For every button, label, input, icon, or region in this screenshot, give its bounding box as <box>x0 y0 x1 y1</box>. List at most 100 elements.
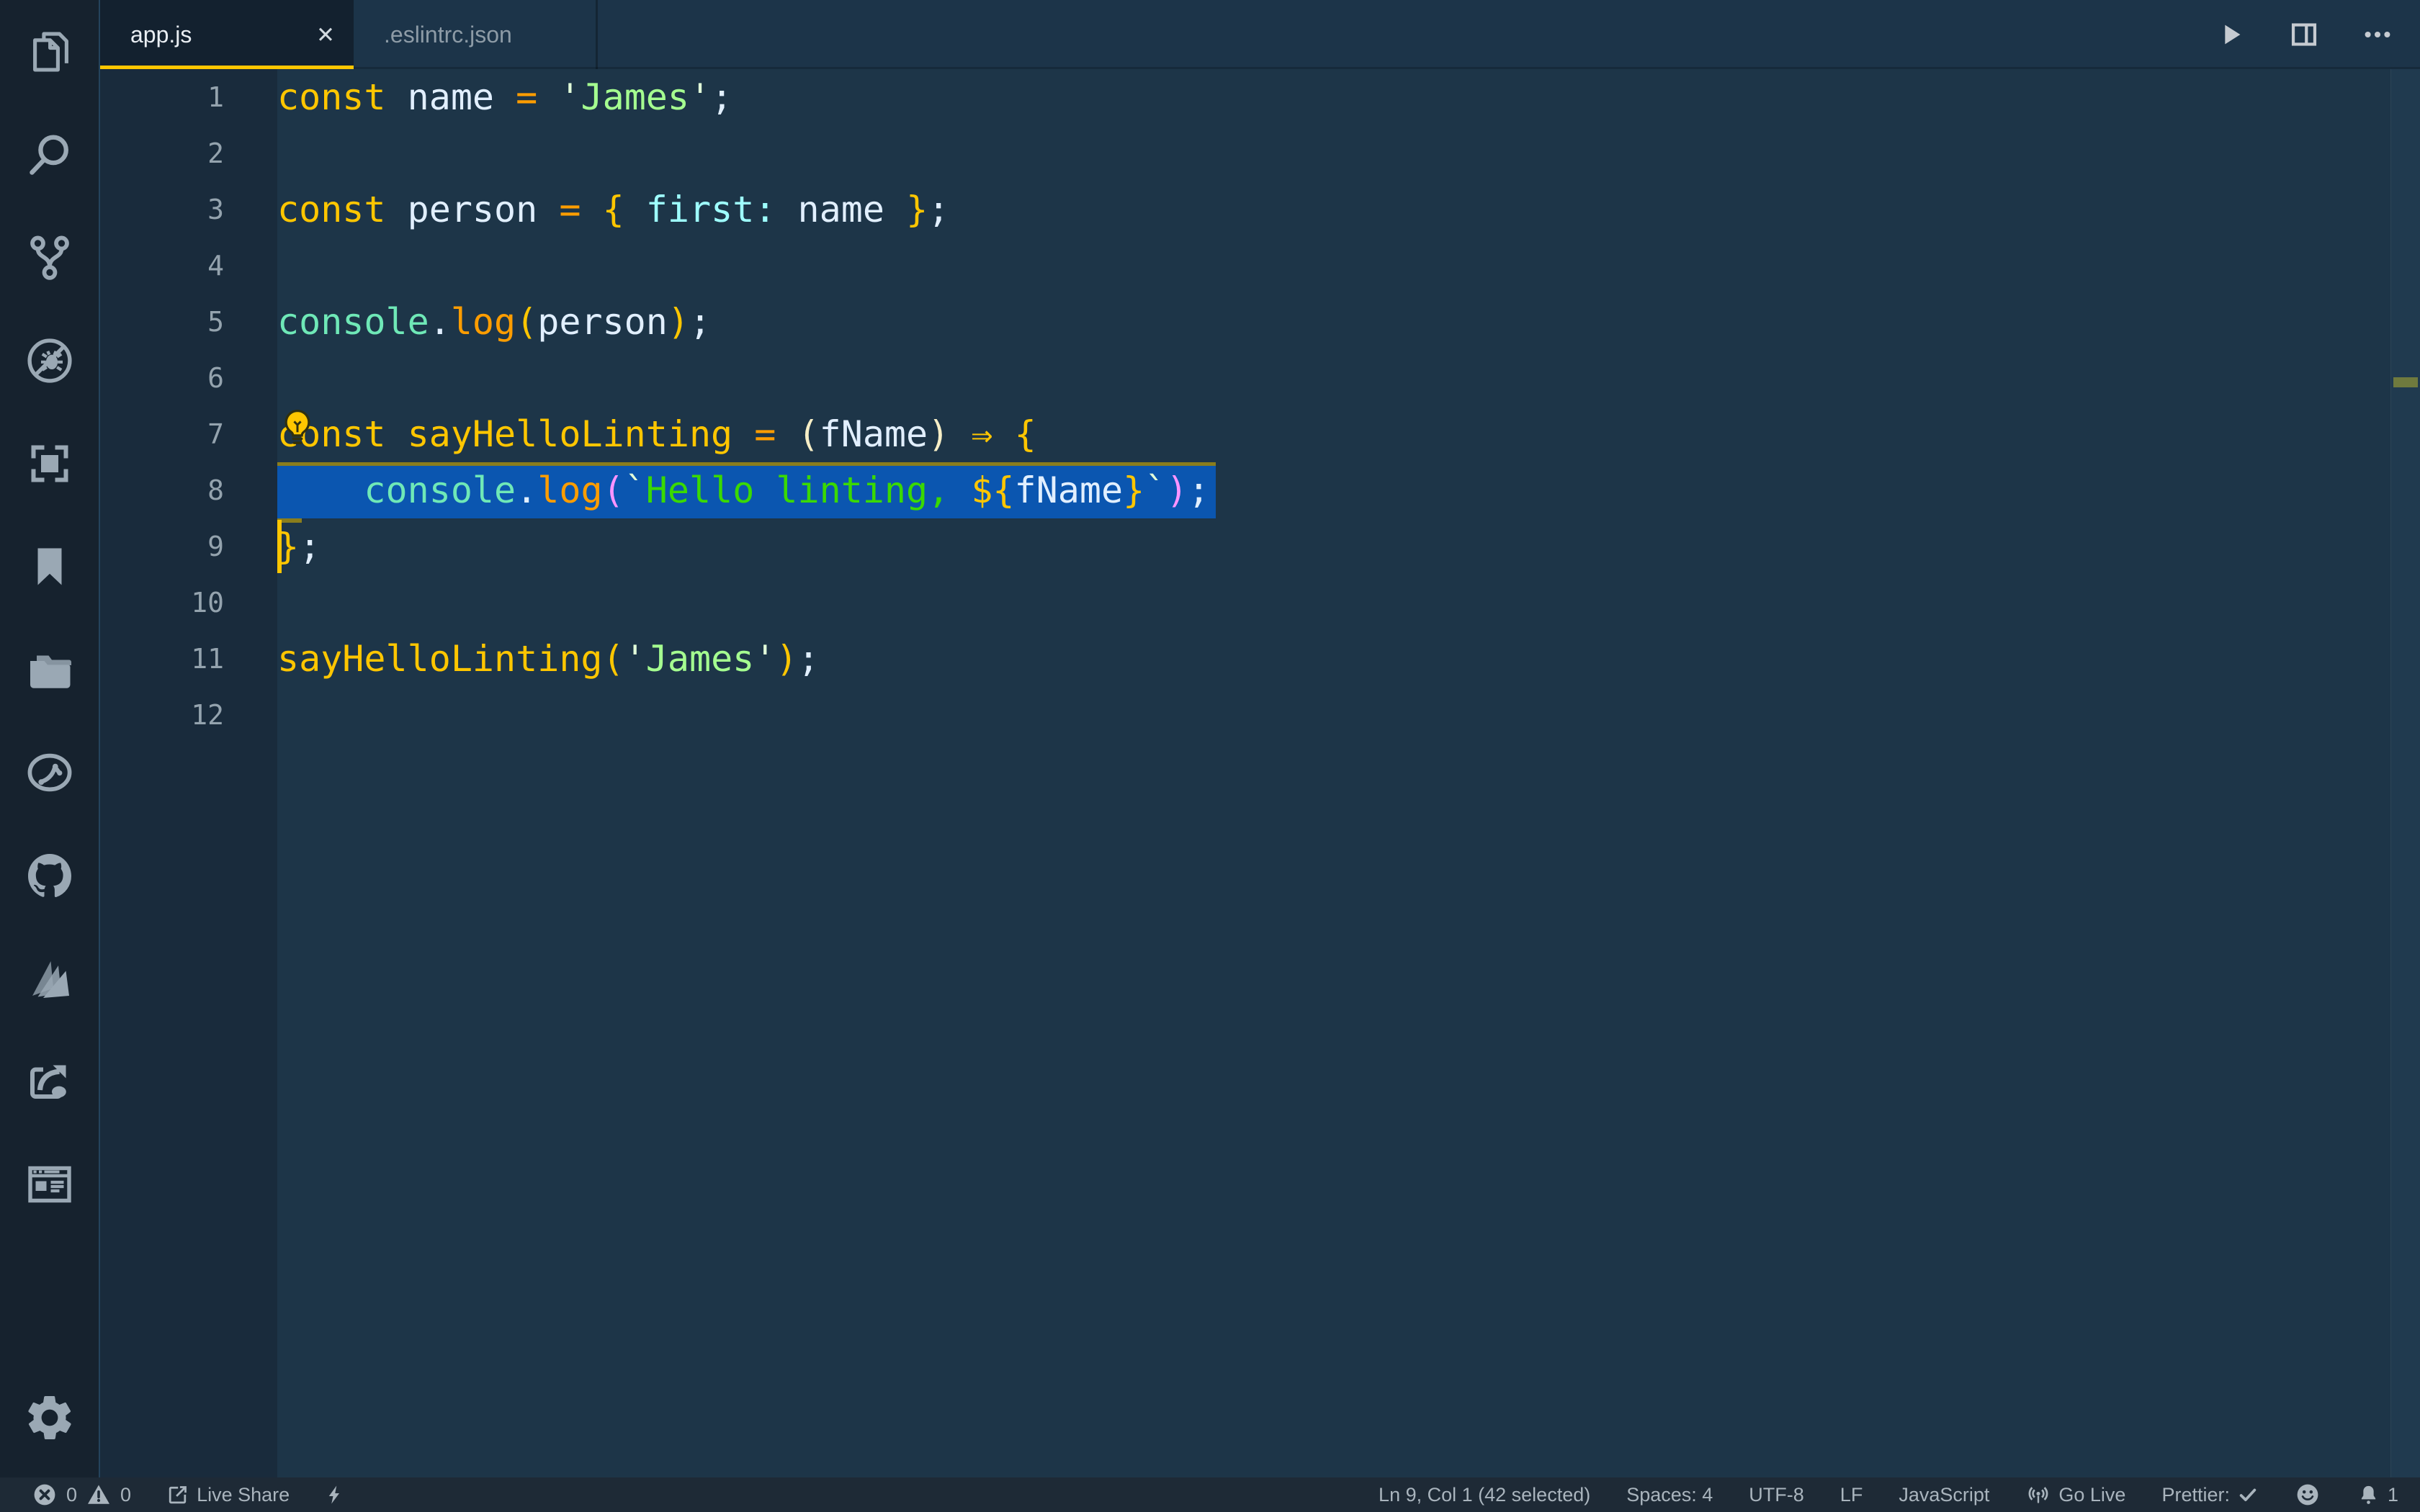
code-token: James <box>581 76 689 118</box>
code-line[interactable]: 1 const name = 'James'; <box>100 69 2391 125</box>
line-number: 2 <box>207 138 224 169</box>
code-line[interactable]: 9}; <box>100 518 2391 575</box>
git-branch-icon <box>24 232 76 284</box>
github-icon <box>24 850 76 901</box>
sidebar-item-share[interactable] <box>0 1030 99 1133</box>
lightning-icon <box>324 1484 346 1506</box>
code-token: ; <box>711 76 733 118</box>
sidebar-item-github[interactable] <box>0 824 99 927</box>
sidebar-item-paper-stack[interactable] <box>0 927 99 1030</box>
code-line[interactable]: 4 <box>100 238 2391 294</box>
code-line[interactable]: 12 <box>100 687 2391 743</box>
code-token: ; <box>1188 469 1210 511</box>
code-token: ' <box>689 76 712 118</box>
sidebar-item-search[interactable] <box>0 103 99 206</box>
code-line[interactable]: 7 const sayHelloLinting = (fName) ⇒ { <box>100 406 2391 462</box>
cursor-position[interactable]: Ln 9, Col 1 (42 selected) <box>1379 1484 1590 1506</box>
tab-eslintrc-json[interactable]: .eslintrc.json <box>354 0 598 69</box>
code-editor[interactable]: 1 const name = 'James'; 2 3 const person = {… <box>100 69 2420 1477</box>
prettier-label: Prettier: <box>2161 1483 2230 1506</box>
line-content[interactable] <box>277 575 2391 631</box>
overview-ruler[interactable] <box>2390 69 2420 1477</box>
line-content[interactable] <box>277 125 2391 181</box>
problems-status[interactable]: 0 0 <box>32 1482 131 1508</box>
go-live-label: Go Live <box>2058 1483 2126 1506</box>
line-content[interactable]: sayHelloLinting('James'); <box>277 631 2391 687</box>
sidebar-item-code-runner[interactable] <box>0 721 99 824</box>
line-number: 8 <box>207 474 224 506</box>
smiley-icon <box>2295 1482 2321 1508</box>
error-count: 0 <box>66 1483 78 1506</box>
feedback-status[interactable] <box>2295 1482 2321 1508</box>
code-line[interactable]: 6 <box>100 350 2391 406</box>
notifications-status[interactable]: 1 <box>2357 1483 2398 1507</box>
eol-sequence[interactable]: LF <box>1840 1484 1863 1506</box>
code-token: ' <box>754 638 776 680</box>
encoding[interactable]: UTF-8 <box>1749 1484 1804 1506</box>
sidebar-item-debug[interactable] <box>0 309 99 412</box>
indentation[interactable]: Spaces: 4 <box>1626 1484 1713 1506</box>
lightning-status[interactable] <box>324 1484 346 1506</box>
close-icon[interactable]: ✕ <box>316 24 335 46</box>
line-content[interactable] <box>277 687 2391 743</box>
code-token: ${ <box>971 469 1015 511</box>
quick-fix-lightbulb-icon[interactable] <box>277 408 318 454</box>
broadcast-icon <box>2025 1482 2051 1508</box>
code-token: log <box>450 301 516 343</box>
search-icon <box>24 129 76 181</box>
code-token: { <box>1014 413 1036 455</box>
code-token: ) <box>928 413 950 455</box>
more-actions-icon[interactable] <box>2361 18 2394 51</box>
sidebar-item-explorer[interactable] <box>0 0 99 103</box>
code-token: ) <box>776 638 798 680</box>
settings-button[interactable] <box>0 1366 99 1469</box>
line-content[interactable]: const name = 'James'; <box>277 69 2391 125</box>
line-content[interactable]: console.log(`Hello linting, ${fName}`); <box>277 462 2391 518</box>
line-content[interactable]: const person = { first: name }; <box>277 181 2391 238</box>
tab-app-js[interactable]: app.js ✕ <box>100 0 354 69</box>
activity-bar <box>0 0 100 1477</box>
bookmark-icon <box>24 541 76 593</box>
status-left: 0 0 Live Share <box>0 1482 346 1508</box>
line-number: 4 <box>207 250 224 282</box>
line-number: 11 <box>191 643 224 675</box>
sidebar-item-bookmarks[interactable] <box>0 515 99 618</box>
code-line[interactable]: 2 <box>100 125 2391 181</box>
code-line[interactable]: 11 sayHelloLinting('James'); <box>100 631 2391 687</box>
line-number: 6 <box>207 362 224 394</box>
code-token: { <box>602 189 624 230</box>
run-icon[interactable] <box>2214 18 2247 51</box>
line-content[interactable]: const sayHelloLinting = (fName) ⇒ { <box>277 406 2391 462</box>
browser-preview-icon <box>24 1158 76 1210</box>
split-editor-icon[interactable] <box>2287 18 2321 51</box>
code-token: . <box>516 469 538 511</box>
line-content[interactable] <box>277 350 2391 406</box>
go-live-status[interactable]: Go Live <box>2025 1482 2125 1508</box>
sidebar-item-project-manager[interactable] <box>0 618 99 721</box>
code-line[interactable]: 5 console.log(person); <box>100 294 2391 350</box>
prettier-status[interactable]: Prettier: <box>2161 1484 2259 1506</box>
code-line[interactable]: 3 const person = { first: name }; <box>100 181 2391 238</box>
live-share-status[interactable]: Live Share <box>166 1483 290 1507</box>
line-content[interactable]: console.log(person); <box>277 294 2391 350</box>
code-token: const <box>277 76 386 118</box>
code-token: ` <box>624 469 646 511</box>
sidebar-item-source-control[interactable] <box>0 206 99 309</box>
no-bug-icon <box>24 335 76 387</box>
line-number: 1 <box>207 81 224 113</box>
line-content[interactable] <box>277 238 2391 294</box>
sidebar-item-browser-preview[interactable] <box>0 1133 99 1236</box>
status-bar: 0 0 Live Share Ln 9, Col 1 (42 selected)… <box>0 1477 2420 1512</box>
code-token: ; <box>928 189 950 230</box>
language-mode[interactable]: JavaScript <box>1899 1484 1989 1506</box>
live-share-icon <box>166 1483 189 1507</box>
code-token: ; <box>299 526 321 567</box>
sidebar-item-screenshot[interactable] <box>0 412 99 515</box>
code-line[interactable]: 10 <box>100 575 2391 631</box>
line-content[interactable]: }; <box>277 518 2391 575</box>
code-line[interactable]: 8 console.log(`Hello linting, ${fName}`)… <box>100 462 2391 518</box>
